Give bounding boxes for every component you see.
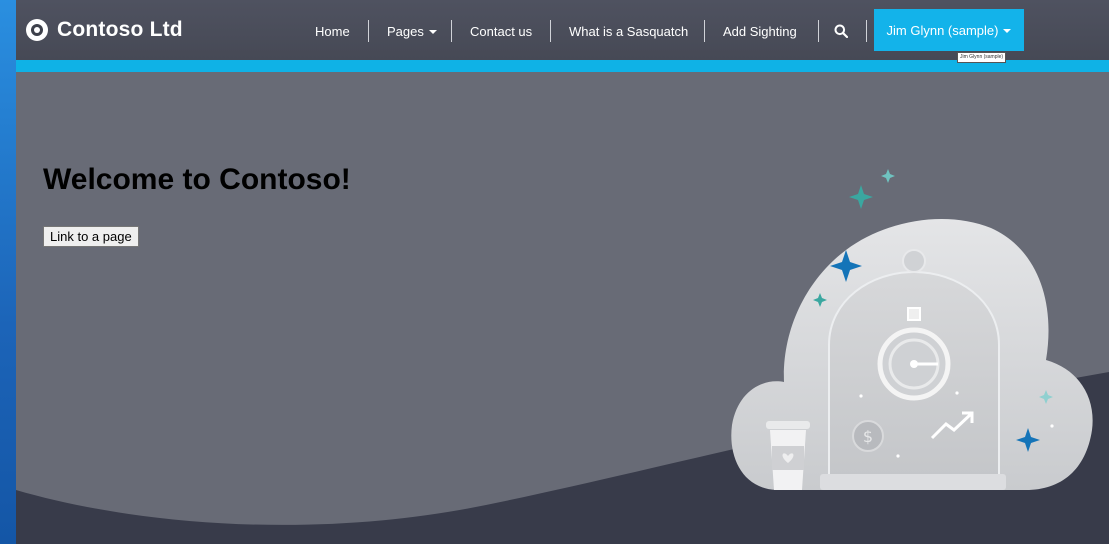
user-tooltip: Jim Glynn (sample) xyxy=(957,52,1007,63)
nav-separator xyxy=(866,20,867,42)
nav-separator xyxy=(818,20,819,42)
header-accent-bar xyxy=(16,60,1109,72)
desktop-background xyxy=(0,0,16,544)
nav-separator xyxy=(704,20,705,42)
nav-separator xyxy=(550,20,551,42)
page-title: Welcome to Contoso! xyxy=(43,163,351,196)
user-menu-button[interactable]: Jim Glynn (sample) xyxy=(874,9,1024,51)
link-to-page-button[interactable]: Link to a page xyxy=(43,226,139,247)
nav-pages-label: Pages xyxy=(387,23,424,39)
nav-pages[interactable]: Pages xyxy=(387,19,437,43)
nav-home-label: Home xyxy=(315,23,350,39)
search-icon xyxy=(834,24,848,38)
nav-add-sighting-label: Add Sighting xyxy=(723,23,797,39)
coin-icon: $ xyxy=(852,420,884,452)
brand[interactable]: Contoso Ltd xyxy=(26,15,183,45)
svg-text:$: $ xyxy=(863,427,873,446)
nav-contact-us-label: Contact us xyxy=(470,23,533,39)
nav-add-sighting[interactable]: Add Sighting xyxy=(723,19,797,43)
nav-home[interactable]: Home xyxy=(315,19,350,43)
nav-separator xyxy=(451,20,452,42)
user-name: Jim Glynn (sample) xyxy=(886,22,999,38)
browser-page: $ Contoso Ltd Home Pages Contact us What… xyxy=(16,0,1109,544)
chevron-down-icon xyxy=(428,30,437,34)
nav-what-is-a-sasquatch[interactable]: What is a Sasquatch xyxy=(569,19,688,43)
contoso-logo-icon xyxy=(26,19,48,41)
hero-illustration: $ xyxy=(731,169,1093,490)
nav-separator xyxy=(368,20,369,42)
nav-contact-us[interactable]: Contact us xyxy=(470,19,532,43)
nav-what-is-a-sasquatch-label: What is a Sasquatch xyxy=(569,23,689,39)
search-button[interactable] xyxy=(834,19,848,43)
brand-name: Contoso Ltd xyxy=(57,18,183,41)
chevron-down-icon xyxy=(1003,29,1012,33)
